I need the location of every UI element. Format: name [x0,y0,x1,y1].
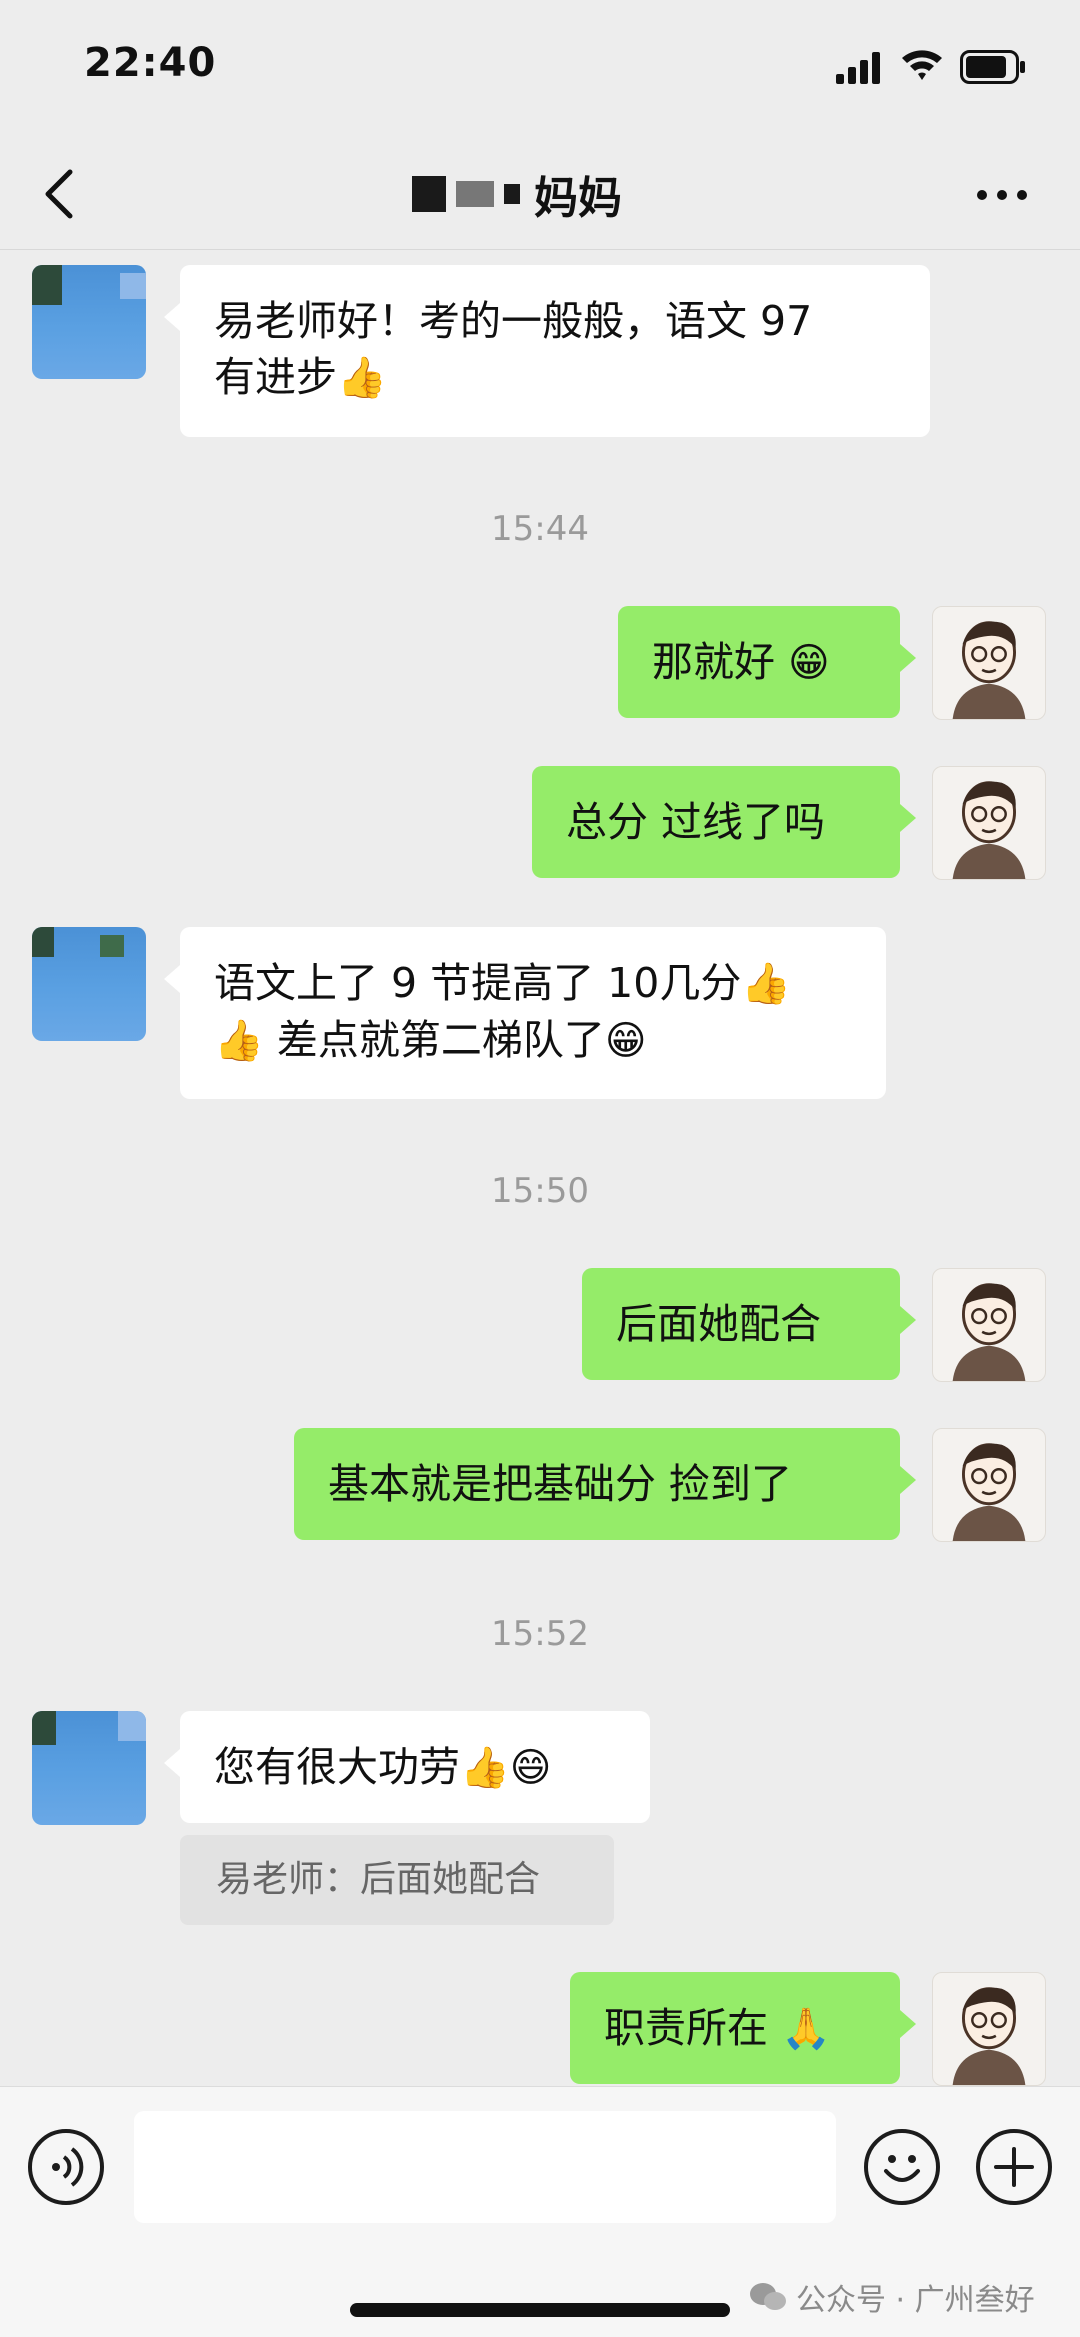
message-text: 职责所在 [604,2004,782,2052]
contact-avatar[interactable] [32,1711,146,1825]
more-options-icon[interactable] [972,180,1032,210]
message-text: 有进步👍 [214,353,387,401]
message-list[interactable]: 易老师好！考的一般般，语文 97 有进步👍 15:44 那就好 😁 总分 过线了… [0,251,1080,2086]
message-bubble-sent[interactable]: 职责所在 🙏 [570,1972,916,2084]
chat-input-bar: 公众号 · 广州叁好 [0,2086,1080,2337]
cartoon-portrait-icon [952,781,1026,879]
message-bubble-sent[interactable]: 那就好 😁 [618,606,916,718]
message-text: 语文上了 9 节提高了 10几分👍 [214,959,792,1007]
message-timestamp: 15:50 [491,1171,589,1211]
message-text: 👍 差点就第二梯队了😁 [214,1016,647,1064]
redacted-name-block [456,181,494,207]
message-bubble-sent[interactable]: 基本就是把基础分 捡到了 [294,1428,916,1540]
my-avatar[interactable] [932,606,1046,720]
message-timestamp: 15:52 [491,1614,589,1654]
battery-icon [960,50,1025,84]
message-bubble-sent[interactable]: 总分 过线了吗 [532,766,916,878]
thumbs-up-smile-emoji: 👍😄 [460,1745,552,1791]
watermark: 公众号 · 广州叁好 [748,2275,1035,2319]
message-bubble-sent[interactable]: 后面她配合 [582,1268,916,1380]
message-text: 易老师好！考的一般般，语文 97 [214,297,813,345]
chat-header: 妈妈 [0,140,1080,250]
contact-name: 妈妈 [534,173,622,224]
contact-avatar[interactable] [32,927,146,1041]
message-text: 那就好 [652,638,789,686]
status-time: 22:40 [84,40,217,86]
cellular-signal-icon [836,52,880,84]
message-text: 基本就是把基础分 捡到了 [328,1460,793,1508]
grin-emoji: 😁 [788,640,830,686]
folded-hands-emoji: 🙏 [781,2006,831,2052]
redacted-name-block [412,176,446,212]
thumbs-up-emoji: 👍 [337,355,387,401]
my-avatar[interactable] [932,1428,1046,1542]
voice-wave-icon [52,2147,84,2187]
cartoon-portrait-icon [952,1443,1026,1541]
home-indicator[interactable] [350,2303,730,2317]
message-text: 后面她配合 [616,1300,821,1348]
contact-avatar[interactable] [32,265,146,379]
contact-title: 妈妈 [412,164,622,224]
message-text: 您有很大功劳 [214,1743,460,1791]
quoted-reply[interactable]: 易老师：后面她配合 [180,1835,614,1925]
status-bar: 22:40 [0,0,1080,140]
my-avatar[interactable] [932,766,1046,880]
grin-emoji: 😁 [604,1018,647,1064]
redacted-name-block [504,184,520,204]
wechat-logo-icon [750,2283,786,2310]
emoji-button[interactable] [864,2129,940,2205]
cartoon-portrait-icon [952,621,1026,719]
cartoon-portrait-icon [952,1283,1026,1381]
smiley-face-icon [884,2155,920,2182]
plus-icon [994,2147,1034,2187]
my-avatar[interactable] [932,1972,1046,2086]
message-bubble-received[interactable]: 易老师好！考的一般般，语文 97 有进步👍 [164,265,930,437]
wifi-icon [902,50,942,80]
message-text: 总分 过线了吗 [566,798,826,846]
message-input[interactable] [134,2111,836,2223]
message-bubble-received[interactable]: 您有很大功劳👍😄 [164,1711,650,1823]
voice-input-button[interactable] [28,2129,104,2205]
back-chevron-icon[interactable] [40,166,80,222]
my-avatar[interactable] [932,1268,1046,1382]
thumbs-up-emoji: 👍 [214,1018,264,1064]
message-timestamp: 15:44 [491,509,589,549]
watermark-text: 公众号 · 广州叁好 [796,2283,1035,2318]
more-actions-button[interactable] [976,2129,1052,2205]
cartoon-portrait-icon [952,1987,1026,2085]
message-bubble-received[interactable]: 语文上了 9 节提高了 10几分👍 👍 差点就第二梯队了😁 [164,927,886,1099]
thumbs-up-emoji: 👍 [741,961,792,1007]
